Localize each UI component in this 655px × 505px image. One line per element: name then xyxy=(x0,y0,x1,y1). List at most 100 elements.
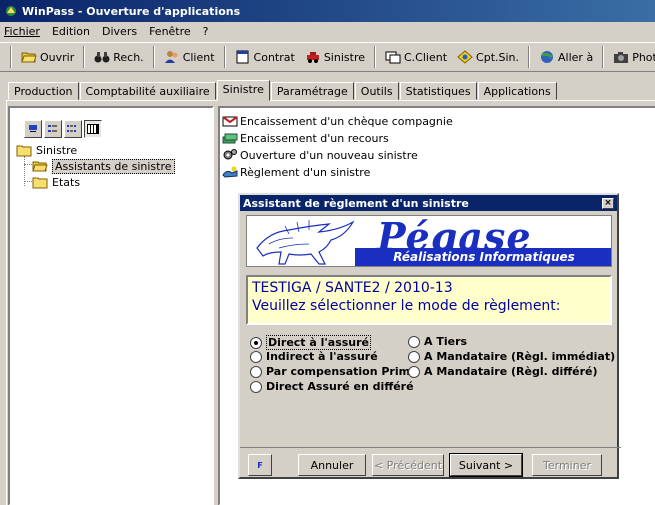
radio-button[interactable] xyxy=(408,350,420,363)
folder-icon xyxy=(32,177,48,188)
winpass-icon xyxy=(4,4,18,18)
dialog-button-row: F Annuler < Précédent Suivant > Terminer xyxy=(240,447,621,477)
client-button[interactable]: Client xyxy=(159,45,220,69)
small-icons-icon xyxy=(48,125,57,132)
goto-icon xyxy=(541,51,554,63)
details-view-icon xyxy=(87,124,99,134)
radio-button[interactable] xyxy=(408,335,420,348)
action-ouverture-sinistre[interactable]: Ouverture d'un nouveau sinistre xyxy=(222,148,418,162)
action-reglement-sinistre[interactable]: Règlement d'un sinistre xyxy=(222,165,370,179)
window-title: WinPass - Ouverture d'applications xyxy=(22,4,241,18)
radio-a-tiers[interactable]: A Tiers xyxy=(408,335,467,348)
radio-button[interactable] xyxy=(250,336,262,349)
tab-parametrage[interactable]: Paramétrage xyxy=(270,82,354,100)
camera-icon xyxy=(614,52,629,63)
tree-connector xyxy=(24,181,32,182)
title-bar: WinPass - Ouverture d'applications xyxy=(0,0,655,22)
payment-mode-options: Direct à l'assuré Indirect à l'assuré Pa… xyxy=(246,335,615,435)
account-icon xyxy=(385,51,401,64)
open-button[interactable]: Ouvrir xyxy=(16,45,79,69)
payment-icon xyxy=(222,166,238,178)
radio-direct-differe[interactable]: Direct Assuré en différé xyxy=(250,380,414,393)
gears-icon xyxy=(223,149,237,160)
tree-pane: Sinistre Assistants de sinistre Etats xyxy=(8,106,214,505)
message-box: TESTIGA / SANTE2 / 2010-13 Veuillez séle… xyxy=(246,275,612,325)
menu-fichier[interactable]: Fichier xyxy=(4,25,40,38)
toolbar-separator xyxy=(374,46,376,68)
tab-strip: Production Comptabilité auxiliaire Sinis… xyxy=(8,80,558,101)
goto-button[interactable]: Aller à xyxy=(534,45,598,69)
open-folder-icon xyxy=(32,161,48,171)
sinistre-icon xyxy=(306,52,319,63)
banner-tagline: Réalisations Informatiques xyxy=(355,248,611,266)
action-encaissement-cheque[interactable]: Encaissement d'un chèque compagnie xyxy=(222,114,453,128)
menu-edition[interactable]: Edition xyxy=(52,25,90,38)
dialog-title: Assistant de règlement d'un sinistre xyxy=(243,196,469,210)
tab-production[interactable]: Production xyxy=(8,82,79,100)
tree-connector xyxy=(24,164,32,165)
tab-applications[interactable]: Applications xyxy=(477,82,557,100)
folder-icon xyxy=(16,145,32,156)
toolbar-separator xyxy=(83,46,86,68)
toolbar-separator xyxy=(223,46,226,68)
radio-button[interactable] xyxy=(250,380,262,393)
cancel-button[interactable]: Annuler xyxy=(298,454,366,476)
radio-indirect-assure[interactable]: Indirect à l'assuré xyxy=(250,350,378,363)
menu-divers[interactable]: Divers xyxy=(102,25,137,38)
message-line-1: TESTIGA / SANTE2 / 2010-13 xyxy=(252,280,453,296)
reglement-dialog: Assistant de règlement d'un sinistre × P… xyxy=(238,193,621,479)
client-icon xyxy=(164,51,178,63)
large-icons-button[interactable] xyxy=(24,120,42,138)
list-view-icon xyxy=(67,125,76,132)
toolbar-separator xyxy=(528,46,531,68)
sinistre-button[interactable]: Sinistre xyxy=(300,45,370,69)
cash-stack-icon xyxy=(222,133,238,144)
toolbar-separator xyxy=(152,46,155,68)
menu-fenetre[interactable]: Fenêtre xyxy=(149,25,191,38)
toolbar-separator xyxy=(602,46,605,68)
radio-button[interactable] xyxy=(250,350,262,363)
small-icons-button[interactable] xyxy=(44,120,62,138)
details-view-button[interactable] xyxy=(84,120,102,138)
claim-account-icon xyxy=(457,50,473,64)
binoculars-icon xyxy=(94,52,110,63)
radio-button[interactable] xyxy=(408,365,420,378)
photo-button[interactable]: Phot xyxy=(608,45,655,69)
check-envelope-icon xyxy=(222,116,238,127)
tree-item-assistants[interactable]: Assistants de sinistre xyxy=(32,158,175,174)
radio-mandataire-immediat[interactable]: A Mandataire (Règl. immédiat) xyxy=(408,350,615,363)
menu-help[interactable]: ? xyxy=(203,25,209,38)
pegase-flag-icon: F xyxy=(257,460,263,470)
c-client-button[interactable]: C.Client xyxy=(380,45,452,69)
large-icons-icon xyxy=(29,125,37,132)
dialog-title-bar: Assistant de règlement d'un sinistre × xyxy=(240,195,617,211)
list-view-button[interactable] xyxy=(64,120,82,138)
search-button[interactable]: Rech. xyxy=(89,45,148,69)
tree-item-etats[interactable]: Etats xyxy=(32,174,80,190)
next-button[interactable]: Suivant > xyxy=(449,453,523,477)
tree-item-sinistre[interactable]: Sinistre xyxy=(16,142,77,158)
finish-button[interactable]: Terminer xyxy=(532,454,602,476)
radio-compensation-prime[interactable]: Par compensation Prime xyxy=(250,365,418,378)
tab-sinistre[interactable]: Sinistre xyxy=(216,80,270,101)
radio-direct-assure[interactable]: Direct à l'assuré xyxy=(250,335,372,350)
tab-comptabilite[interactable]: Comptabilité auxiliaire xyxy=(79,82,216,100)
tab-statistiques[interactable]: Statistiques xyxy=(399,82,477,100)
pegase-banner: Pégase Réalisations Informatiques xyxy=(246,215,612,267)
toolbar-separator xyxy=(10,46,12,68)
toolbar: Ouvrir Rech. Client Contrat Sinistre C.C… xyxy=(0,42,655,72)
action-encaissement-recours[interactable]: Encaissement d'un recours xyxy=(222,131,389,145)
view-mode-buttons xyxy=(24,120,102,138)
open-folder-icon xyxy=(21,52,37,63)
tab-outils[interactable]: Outils xyxy=(354,82,399,100)
contract-button[interactable]: Contrat xyxy=(230,45,300,69)
radio-mandataire-differe[interactable]: A Mandataire (Règl. différé) xyxy=(408,365,598,378)
message-line-2: Veuillez sélectionner le mode de règleme… xyxy=(252,298,561,314)
pegase-flag-button[interactable]: F xyxy=(248,454,272,476)
pegasus-horse-logo xyxy=(256,220,355,265)
radio-button[interactable] xyxy=(250,365,262,378)
menu-bar: Fichier Edition Divers Fenêtre ? xyxy=(0,22,655,40)
cpt-sin-button[interactable]: Cpt.Sin. xyxy=(452,45,524,69)
previous-button[interactable]: < Précédent xyxy=(372,454,444,476)
dialog-close-button[interactable]: × xyxy=(602,197,614,209)
